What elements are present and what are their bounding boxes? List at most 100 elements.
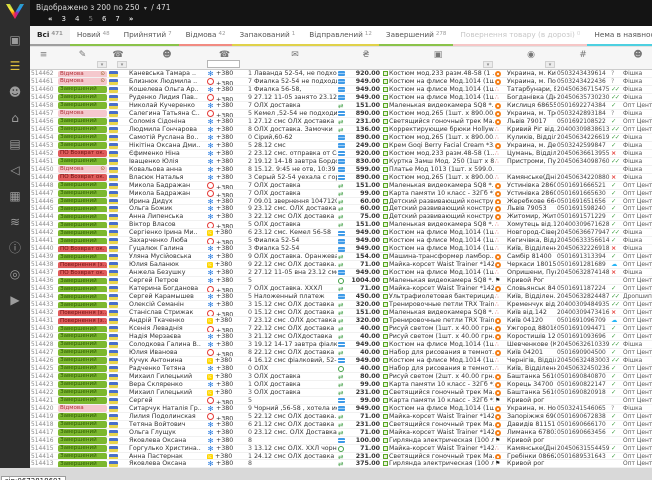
table-row[interactable]: 514414ЗавершенийАнна Пастернакlc +380124…: [30, 453, 652, 461]
pager-page-6[interactable]: 6: [102, 15, 106, 23]
column-header-price[interactable]: ₴: [350, 47, 382, 69]
tab-Всі[interactable]: Всі471: [30, 26, 70, 46]
tab-Новий[interactable]: Новий48: [70, 26, 117, 46]
column-header-ttn[interactable]: #: [556, 47, 610, 69]
table-row[interactable]: 514459ЗавершенийРуденко Лидия Пав.. +380…: [30, 94, 652, 102]
column-header-manager[interactable]: ☻: [622, 47, 652, 69]
tab-Завершений[interactable]: Завершений278: [379, 26, 454, 46]
table-row[interactable]: 514430ЗавершенийКсенія Леваднія +380722.…: [30, 325, 652, 333]
pager-last-button[interactable]: »: [129, 15, 134, 23]
filter-dropdown-country[interactable]: ▾: [117, 61, 127, 68]
tab-Відправлений[interactable]: Відправлений12: [302, 26, 379, 46]
sidebar-item-orders-icon[interactable]: ☰: [0, 53, 30, 79]
table-row[interactable]: 514431Повернення (з..Андрій Ткаченкоlc +…: [30, 317, 652, 325]
sidebar-item-dashboard-icon[interactable]: ▣: [0, 27, 30, 53]
pagination-range-label[interactable]: Відображено з 200 по 250: [36, 3, 140, 12]
table-row[interactable]: 514423ЗавершенийВера Скляренко✻ +3801ОЛХ…: [30, 381, 652, 389]
table-row[interactable]: 514448ЗавершенийМикола Бадражан +3807ОЛХ…: [30, 182, 652, 190]
filter-dropdown-status[interactable]: ▾: [97, 61, 107, 68]
table-row[interactable]: 514457ВідмоваСалегина Татьяна С.. +3805К…: [30, 110, 652, 118]
sidebar-item-web-icon[interactable]: ◎: [0, 261, 30, 287]
tab-Прийнятий[interactable]: Прийнятий7: [117, 26, 179, 46]
table-row[interactable]: 514442ЗавершенийСергіенко Ірина Ми..lc +…: [30, 229, 652, 237]
column-header-product[interactable]: ▣▾: [382, 47, 494, 69]
table-row[interactable]: 514433ЗавершенийОлексій Семанін✻ +380315…: [30, 301, 652, 309]
column-header-calls[interactable]: [243, 47, 253, 69]
chevron-down-icon[interactable]: ▾: [144, 5, 147, 12]
sidebar-item-store-icon[interactable]: ⌂: [0, 105, 30, 131]
table-row[interactable]: 514416ЗавершенийЯковлева Оксана✻ +380810…: [30, 437, 652, 445]
table-row[interactable]: 514426ЗавершенийКучук Антонинаlc +380416…: [30, 357, 652, 365]
pager-page-7[interactable]: 7: [115, 15, 119, 23]
sidebar-item-video-icon[interactable]: ▶: [0, 287, 30, 313]
table-row[interactable]: 514424ЗавершенийМихаил Гилецькийlc +3803…: [30, 373, 652, 381]
tab-Відмова[interactable]: Відмова42: [179, 26, 233, 46]
table-row[interactable]: 514428ЗавершенийСолодкова Галина В..✻ +3…: [30, 341, 652, 349]
table-row[interactable]: 514437ПО Возврат ок.Анжела Безушку✻ +380…: [30, 269, 652, 277]
column-header-name[interactable]: ☻: [128, 47, 206, 69]
filter-dropdown-address[interactable]: ▾: [545, 61, 555, 68]
table-row[interactable]: 514420ВідмоваСитарчук Наталія Гр..✻ +380…: [30, 405, 652, 413]
column-header-status[interactable]: ✎▾: [57, 47, 108, 69]
sidebar-item-settings-icon[interactable]: ≋: [0, 209, 30, 235]
app-logo-icon[interactable]: [6, 4, 24, 19]
pager-page-5[interactable]: 5: [88, 15, 92, 23]
column-header-ttn_status[interactable]: [610, 47, 622, 69]
sidebar-item-statistics-icon[interactable]: ▦: [0, 183, 30, 209]
sip-call-indicator[interactable]: sip:0672818601: [1, 476, 66, 480]
table-row[interactable]: 514462Відмова⊙Каневська Тамара ..✻ +3801…: [30, 70, 652, 78]
tab-Повернення товару (в дорозі)[interactable]: Повернення товару (в дорозі)0: [453, 26, 587, 46]
table-row[interactable]: 514456ЗавершенийСоломія Сідоніна✻ +38012…: [30, 118, 652, 126]
column-header-address[interactable]: ◉▾: [506, 47, 556, 69]
table-row[interactable]: 514438Повернення (з..Юлия Баланюкlc +380…: [30, 261, 652, 269]
table-row[interactable]: 514439ЗавершенийУляна Мусійовська✻ +3809…: [30, 253, 652, 261]
column-header-phone[interactable]: ☎: [206, 47, 243, 69]
table-row[interactable]: 514454ЗавершенийСамотій Руслана Во..✻ +3…: [30, 134, 652, 142]
table-row[interactable]: 514452ПО Возврат ок.Єфименко Ніна✻ +3802…: [30, 150, 652, 158]
table-row[interactable]: 514434ЗавершенийСергей Карамышев✻ +3805Н…: [30, 293, 652, 301]
table-row[interactable]: 514447ЗавершенийМикола Бадражан +3807ОЛХ…: [30, 190, 652, 198]
table-row[interactable]: 514440ПО Возврат ок.Гуцалюк Галина✻ +380…: [30, 245, 652, 253]
column-header-payment[interactable]: [337, 47, 350, 69]
table-row[interactable]: 514436ЗавершенийСергей Петров✻ +38051004…: [30, 277, 652, 285]
table-row[interactable]: 514451ЗавершенийІващенко Юлія✻ +380219.1…: [30, 158, 652, 166]
column-header-delivery[interactable]: [494, 47, 506, 69]
table-row[interactable]: 514455ЗавершенийЛюдмила Гончарова✻ +3808…: [30, 126, 652, 134]
sidebar-item-products-icon[interactable]: ▤: [0, 131, 30, 157]
sidebar-item-info-icon[interactable]: ⓘ: [0, 235, 30, 261]
table-row[interactable]: 514421ЗавершенийСергей +380599.00Карта п…: [30, 397, 652, 405]
table-row[interactable]: 514432Повернення (з..Станіслав Стрижак +…: [30, 309, 652, 317]
sidebar-item-broadcast-icon[interactable]: ◁: [0, 157, 30, 183]
pager-page-3[interactable]: 3: [62, 15, 66, 23]
table-row[interactable]: 514444ЗавершенийАнна Липенська✻ +380322.…: [30, 213, 652, 221]
phone-filter-input[interactable]: [207, 60, 240, 68]
table-row[interactable]: 514435ЗавершенийКатерина Богданова +3807…: [30, 285, 652, 293]
column-header-comment[interactable]: ✉: [253, 47, 337, 69]
table-row[interactable]: 514427ЗавершенийЮлия Иванова +380822.12 …: [30, 349, 652, 357]
table-row[interactable]: 514418ЗавершенийТетяна Войтович✻ +380621…: [30, 421, 652, 429]
table-row[interactable]: 514449ПО Возврат ок.Власюк Наталья✻ +380…: [30, 174, 652, 182]
table-row[interactable]: 514429ЗавершенийНадія Мерзаєва✻ +380321.…: [30, 333, 652, 341]
table-row[interactable]: 514417ЗавершенийОльга Глущук✻ +380023.12…: [30, 429, 652, 437]
pager-first-button[interactable]: «: [48, 15, 53, 23]
table-row[interactable]: 514446ЗавершенийИрина Дидух✻ +380709.01 …: [30, 198, 652, 206]
pager-page-4[interactable]: 4: [75, 15, 79, 23]
table-row[interactable]: 514425ЗавершенийРадченко Тетяна✻ +3800ОЛ…: [30, 365, 652, 373]
table-row[interactable]: 514419ЗавершенийЛилия Подолинская +38052…: [30, 413, 652, 421]
table-row[interactable]: 514445ЗавершенийОльга Божик✻ +380923.12 …: [30, 205, 652, 213]
tab-Запакований[interactable]: Запакований1: [232, 26, 302, 46]
column-header-id[interactable]: ≡: [30, 47, 57, 69]
sidebar-item-clients-icon[interactable]: ☻: [0, 79, 30, 105]
table-row[interactable]: 514453ЗавершенийНікітіна Оксана Дми..✻ +…: [30, 142, 652, 150]
table-row[interactable]: 514458ЗавершенийНиколай Кучеренко✻ +3807…: [30, 102, 652, 110]
table-row[interactable]: 514460ЗавершенийКошелева Ольга Ар..✻ +38…: [30, 86, 652, 94]
table-row[interactable]: 514441ЗавершенийЗахарченко Люба +3805Фиа…: [30, 237, 652, 245]
tab-Нема в наявності[interactable]: Нема в наявності1: [587, 26, 652, 46]
table-row[interactable]: 514422ЗавершенийМихаил Гилецькийlc +3803…: [30, 389, 652, 397]
table-row[interactable]: 514415ЗавершенийГоргулько Христина..✻ +3…: [30, 445, 652, 453]
filter-dropdown-product[interactable]: ▾: [483, 61, 493, 68]
column-header-country[interactable]: ☎▾: [108, 47, 128, 69]
table-row[interactable]: 514450Відмова⊙Ковальова анна✻ +380815.12…: [30, 166, 652, 174]
table-row[interactable]: 514461Відмова⊙Близнюк Людмила .. +3807Фи…: [30, 78, 652, 86]
table-row[interactable]: 514443ЗавершенийВіктор Власов +3805ОЛХ д…: [30, 221, 652, 229]
